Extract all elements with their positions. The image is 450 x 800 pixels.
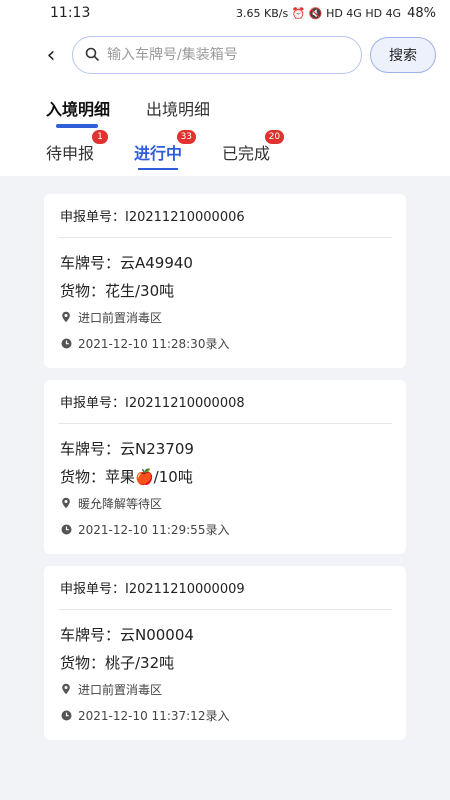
location-text: 进口前置消毒区 — [78, 682, 163, 697]
back-button[interactable]: ‹ — [38, 40, 64, 70]
entry-time: 2021-12-10 11:29:55录入 — [78, 522, 230, 537]
declaration-list: 申报单号：I20211210000006 车牌号：云A49940 货物：花生/3… — [0, 176, 450, 740]
location-pin-icon — [60, 311, 72, 323]
search-button[interactable]: 搜索 — [370, 37, 436, 73]
location-text: 进口前置消毒区 — [78, 310, 163, 325]
goods-info: 货物：桃子/32吨 — [60, 653, 175, 672]
location-row: 进口前置消毒区 — [58, 676, 392, 702]
count-badge: 1 — [92, 130, 109, 144]
count-badge: 20 — [264, 130, 285, 144]
time-row: 2021-12-10 11:37:12录入 — [58, 702, 392, 728]
goods-info: 货物：花生/30吨 — [60, 281, 175, 300]
declaration-card[interactable]: 申报单号：I20211210000006 车牌号：云A49940 货物：花生/3… — [44, 194, 406, 368]
direction-tabs: 入境明细 出境明细 — [0, 84, 450, 128]
location-row: 进口前置消毒区 — [58, 304, 392, 330]
tab-inbound[interactable]: 入境明细 — [46, 96, 110, 128]
clock-icon — [60, 524, 72, 535]
status-indicators: 3.65 KB/s ⏰ 🔇 HD 4G HD 4G — [236, 6, 402, 20]
tab-label: 已完成 — [222, 144, 271, 163]
chevron-left-icon: ‹ — [46, 42, 56, 68]
top-area: 11:13 3.65 KB/s ⏰ 🔇 HD 4G HD 4G 48% ‹ 搜索… — [0, 0, 450, 176]
goods-info: 货物：苹果🍎/10吨 — [60, 467, 193, 486]
declaration-card[interactable]: 申报单号：I20211210000008 车牌号：云N23709 货物：苹果🍎/… — [44, 380, 406, 554]
status-icons: 3.65 KB/s ⏰ 🔇 HD 4G HD 4G 48% — [236, 6, 436, 21]
status-time: 11:13 — [50, 5, 91, 21]
tab-completed[interactable]: 已完成 20 — [222, 130, 285, 170]
location-pin-icon — [60, 497, 72, 509]
location-row: 暖允降解等待区 — [58, 490, 392, 516]
count-badge: 33 — [176, 130, 197, 144]
entry-time: 2021-12-10 11:28:30录入 — [78, 336, 230, 351]
search-box[interactable] — [72, 36, 362, 74]
tab-label: 进行中 — [134, 144, 183, 163]
location-text: 暖允降解等待区 — [78, 496, 163, 511]
declaration-number: 申报单号：I20211210000008 — [58, 380, 392, 424]
plate-number: 车牌号：云N00004 — [60, 625, 194, 644]
time-row: 2021-12-10 11:28:30录入 — [58, 330, 392, 356]
entry-time: 2021-12-10 11:37:12录入 — [78, 708, 230, 723]
tab-label: 待申报 — [46, 144, 95, 163]
plate-number: 车牌号：云N23709 — [60, 439, 194, 458]
search-icon — [85, 46, 99, 65]
location-pin-icon — [60, 683, 72, 695]
tab-in-progress[interactable]: 进行中 33 — [134, 130, 197, 170]
tab-outbound[interactable]: 出境明细 — [146, 96, 210, 128]
search-row: ‹ 搜索 — [0, 26, 450, 84]
battery-level: 48% — [407, 5, 436, 21]
declaration-card[interactable]: 申报单号：I20211210000009 车牌号：云N00004 货物：桃子/3… — [44, 566, 406, 740]
declaration-number: 申报单号：I20211210000006 — [58, 194, 392, 238]
time-row: 2021-12-10 11:29:55录入 — [58, 516, 392, 542]
clock-icon — [60, 338, 72, 349]
tab-pending[interactable]: 待申报 1 — [46, 130, 109, 170]
plate-number: 车牌号：云A49940 — [60, 253, 193, 272]
search-input[interactable] — [107, 47, 349, 63]
declaration-number: 申报单号：I20211210000009 — [58, 566, 392, 610]
status-bar: 11:13 3.65 KB/s ⏰ 🔇 HD 4G HD 4G 48% — [0, 0, 450, 26]
status-tabs: 待申报 1 进行中 33 已完成 20 — [0, 128, 450, 176]
clock-icon — [60, 710, 72, 721]
